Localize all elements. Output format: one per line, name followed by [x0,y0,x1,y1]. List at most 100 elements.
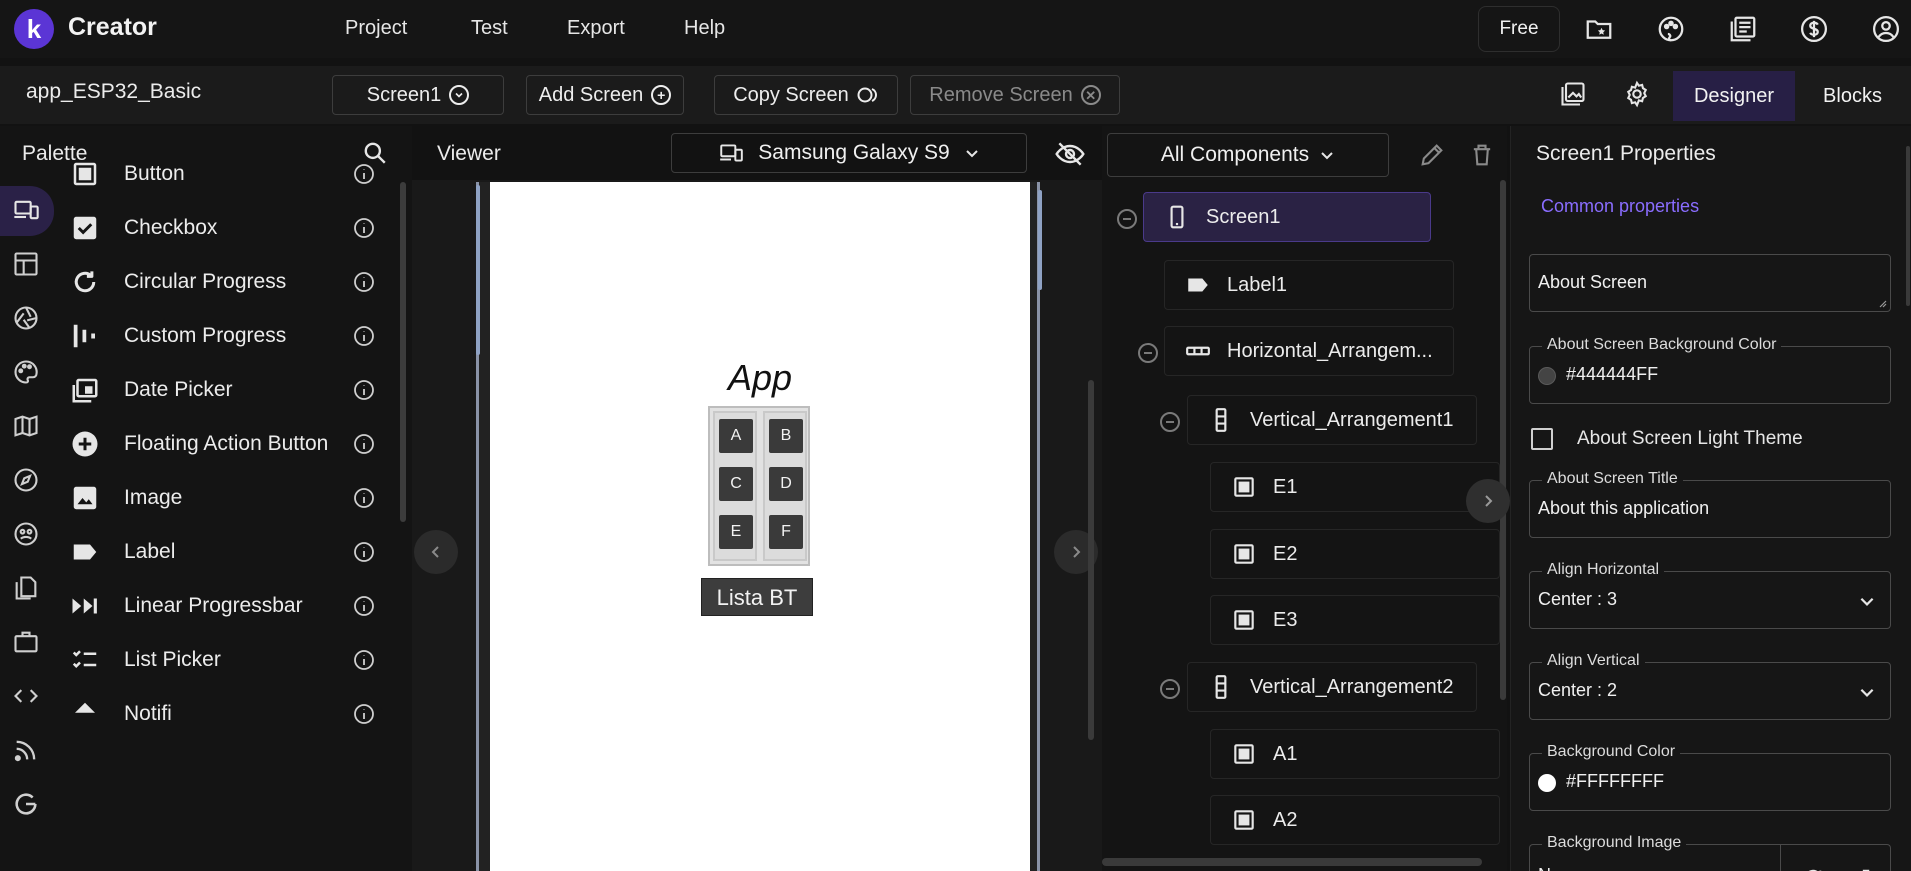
resize-handle-icon[interactable] [1877,298,1887,308]
account-icon[interactable] [1871,14,1901,44]
refresh-icon[interactable] [1802,867,1824,871]
delete-trash-icon[interactable] [1468,141,1496,169]
info-icon[interactable] [352,486,376,510]
preview-button-c[interactable]: C [719,467,753,501]
viewer-right-scrollbar[interactable] [1088,380,1094,740]
palette-item-image[interactable]: Image [70,474,380,522]
collapse-horizontal-arrangement-toggle[interactable] [1138,343,1158,363]
palette-item-date-picker[interactable]: Date Picker [70,366,380,414]
common-properties-section[interactable]: Common properties [1541,196,1699,217]
background-color-field[interactable]: Background Color #FFFFFFFF [1529,743,1891,811]
code-icon[interactable] [12,682,42,712]
palette-item-label[interactable]: Label [70,528,380,576]
copy-screen-button[interactable]: Copy Screen [714,75,898,115]
about-screen-textarea[interactable]: About Screen [1529,254,1891,312]
media-icon[interactable] [1559,80,1589,110]
menu-help[interactable]: Help [684,17,725,40]
plan-free-button[interactable]: Free [1478,6,1560,52]
info-icon[interactable] [352,270,376,294]
palette-item-button[interactable]: Button [70,150,380,198]
connectivity-briefcase-icon[interactable] [12,628,42,658]
preview-button-b[interactable]: B [769,419,803,453]
collapse-vertical-arrangement1-toggle[interactable] [1160,412,1180,432]
tree-node-a1[interactable]: A1 [1210,729,1500,779]
preview-button-d[interactable]: D [769,467,803,501]
tree-node-horizontal-arrangement[interactable]: Horizontal_Arrangem... [1164,326,1454,376]
viewer-scrollbar-right[interactable] [1038,190,1042,290]
tree-node-a2[interactable]: A2 [1210,795,1500,845]
device-select[interactable]: Samsung Galaxy S9 [671,133,1027,173]
about-screen-background-color-field[interactable]: About Screen Background Color #444444FF [1529,336,1891,404]
palette-item-floating-action-button[interactable]: Floating Action Button [70,420,380,468]
collapse-palette-button[interactable] [414,530,458,574]
collapse-properties-button[interactable] [1466,479,1510,523]
palette-item-list-picker[interactable]: List Picker [70,636,380,684]
remove-screen-button[interactable]: Remove Screen ✕ [910,75,1120,115]
palette-item-linear-progressbar[interactable]: Linear Progressbar [70,582,380,630]
vertical-arrangement-preview-1[interactable]: A C E [713,411,757,561]
about-screen-title-field[interactable]: About Screen Title About this applicatio… [1529,470,1891,538]
tree-node-e2[interactable]: E2 [1210,529,1500,579]
rename-pencil-icon[interactable] [1418,141,1446,169]
menu-test[interactable]: Test [471,17,508,40]
settings-gear-icon[interactable] [1623,80,1653,110]
info-icon[interactable] [352,162,376,186]
tree-node-label1[interactable]: Label1 [1164,260,1454,310]
info-icon[interactable] [352,540,376,564]
tree-vertical-scrollbar[interactable] [1500,180,1506,700]
vertical-arrangement-preview-2[interactable]: B D F [763,411,807,561]
tree-node-vertical-arrangement2[interactable]: Vertical_Arrangement2 [1187,662,1477,712]
components-filter-select[interactable]: All Components [1107,133,1389,177]
add-screen-button[interactable]: Add Screen + [526,75,684,115]
palette-item-custom-progress[interactable]: Custom Progress [70,312,380,360]
collapse-screen1-toggle[interactable] [1117,209,1137,229]
tree-node-e1[interactable]: E1 [1210,462,1500,512]
preview-button-e[interactable]: E [719,515,753,549]
rss-icon[interactable] [12,736,42,766]
tree-horizontal-scrollbar[interactable] [1102,858,1482,866]
preview-button-f[interactable]: F [769,515,803,549]
palette-scrollbar[interactable] [400,182,406,522]
social-icon[interactable] [12,520,42,550]
preview-lista-bt-button[interactable]: Lista BT [701,578,813,616]
google-icon[interactable] [12,790,42,820]
designer-tab[interactable]: Designer [1673,71,1795,121]
info-icon[interactable] [352,378,376,402]
about-screen-light-theme-checkbox[interactable] [1531,428,1553,450]
info-icon[interactable] [352,702,376,726]
tree-node-e3[interactable]: E3 [1210,595,1500,645]
palette-item-checkbox[interactable]: Checkbox [70,204,380,252]
drawing-palette-icon[interactable] [12,358,42,388]
properties-scrollbar[interactable] [1906,146,1910,306]
tree-node-vertical-arrangement1[interactable]: Vertical_Arrangement1 [1187,395,1477,445]
info-icon[interactable] [352,324,376,348]
palette-icon[interactable] [1656,14,1686,44]
collapse-vertical-arrangement2-toggle[interactable] [1160,679,1180,699]
compass-icon[interactable] [12,466,42,496]
info-icon[interactable] [352,648,376,672]
align-horizontal-select[interactable]: Align Horizontal Center : 3 [1529,561,1891,629]
media-aperture-icon[interactable] [12,304,42,334]
open-external-icon[interactable] [1850,867,1872,871]
app-logo[interactable]: k [14,9,54,49]
palette-item-notifier[interactable]: Notifi [70,690,380,738]
storage-copy-icon[interactable] [12,574,42,604]
layout-icon[interactable] [12,250,42,280]
horizontal-arrangement-preview[interactable]: A C E B D F [708,406,810,566]
eye-off-icon[interactable] [1054,138,1086,170]
dollar-icon[interactable] [1799,14,1829,44]
align-vertical-select[interactable]: Align Vertical Center : 2 [1529,652,1891,720]
preview-button-a[interactable]: A [719,419,753,453]
user-interface-icon[interactable] [12,196,42,226]
info-icon[interactable] [352,594,376,618]
viewer-scrollbar-left[interactable] [476,185,480,355]
screen-select-button[interactable]: Screen1 [332,75,504,115]
map-icon[interactable] [12,412,42,442]
info-icon[interactable] [352,432,376,456]
blocks-tab[interactable]: Blocks [1800,71,1905,121]
library-icon[interactable] [1728,14,1758,44]
folder-star-icon[interactable] [1584,14,1614,44]
menu-export[interactable]: Export [567,17,625,40]
tree-node-screen1[interactable]: Screen1 [1143,192,1431,242]
info-icon[interactable] [352,216,376,240]
